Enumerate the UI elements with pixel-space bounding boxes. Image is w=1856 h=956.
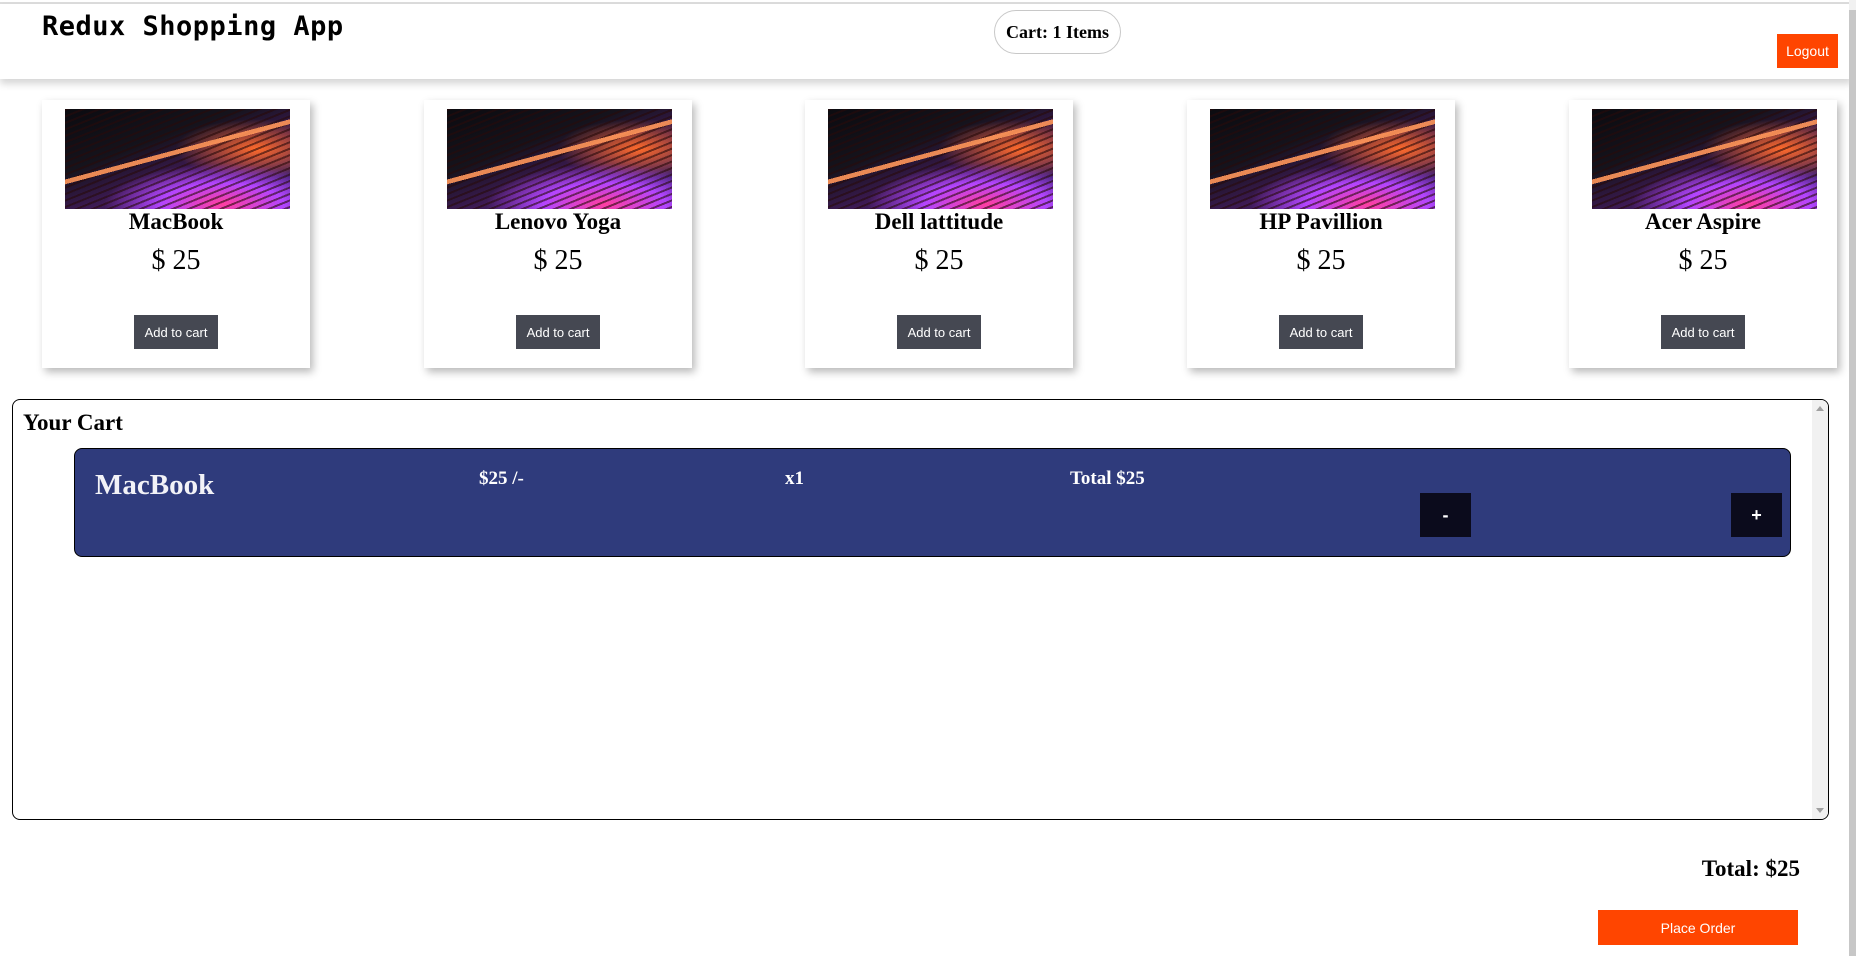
product-card-macbook: MacBook $ 25 Add to cart xyxy=(42,100,310,368)
cart-item-price: $25 /- xyxy=(479,468,524,489)
product-name: MacBook xyxy=(128,209,224,234)
scroll-up-arrow-icon[interactable] xyxy=(1816,406,1824,411)
cart-title: Your Cart xyxy=(23,410,123,435)
place-order-button[interactable]: Place Order xyxy=(1598,910,1798,945)
add-to-cart-button[interactable]: Add to cart xyxy=(897,315,981,349)
product-price: $ 25 xyxy=(533,245,583,276)
logout-button[interactable]: Logout xyxy=(1777,34,1838,68)
cart-item-total: Total $25 xyxy=(1070,468,1145,489)
product-card-acer-aspire: Acer Aspire $ 25 Add to cart xyxy=(1569,100,1837,368)
grand-total: Total: $25 xyxy=(1701,856,1800,881)
add-to-cart-button[interactable]: Add to cart xyxy=(134,315,218,349)
product-name: Lenovo Yoga xyxy=(494,209,622,234)
product-image xyxy=(828,109,1053,209)
cart-item-quantity: x1 xyxy=(785,468,804,489)
decrement-button[interactable]: - xyxy=(1420,493,1471,537)
app-title: Redux Shopping App xyxy=(42,11,344,42)
cart-item-name: MacBook xyxy=(95,469,215,501)
product-price: $ 25 xyxy=(1678,245,1728,276)
product-image xyxy=(1210,109,1435,209)
navbar: Redux Shopping App Cart: 1 Items Logout xyxy=(0,4,1852,79)
product-name: Acer Aspire xyxy=(1644,209,1762,234)
product-price: $ 25 xyxy=(914,245,964,276)
product-image xyxy=(1592,109,1817,209)
product-card-lenovo-yoga: Lenovo Yoga $ 25 Add to cart xyxy=(424,100,692,368)
product-price: $ 25 xyxy=(1296,245,1346,276)
product-name: Dell lattitude xyxy=(874,209,1004,234)
product-card-dell-lattitude: Dell lattitude $ 25 Add to cart xyxy=(805,100,1073,368)
product-price: $ 25 xyxy=(151,245,201,276)
product-name: HP Pavillion xyxy=(1259,209,1383,234)
cart-scrollbar[interactable] xyxy=(1812,400,1828,819)
cart-item: MacBook $25 /- x1 Total $25 - + xyxy=(74,448,1791,557)
add-to-cart-button[interactable]: Add to cart xyxy=(1661,315,1745,349)
product-card-hp-pavillion: HP Pavillion $ 25 Add to cart xyxy=(1187,100,1455,368)
page-scrollbar[interactable] xyxy=(1849,0,1856,956)
cart-panel: Your Cart MacBook $25 /- x1 Total $25 - … xyxy=(12,399,1829,820)
add-to-cart-button[interactable]: Add to cart xyxy=(516,315,600,349)
increment-button[interactable]: + xyxy=(1731,493,1782,537)
cart-count-badge[interactable]: Cart: 1 Items xyxy=(994,10,1121,54)
page-scrollbar-thumb[interactable] xyxy=(1849,10,1856,956)
product-image xyxy=(447,109,672,209)
scroll-down-arrow-icon[interactable] xyxy=(1816,808,1824,813)
add-to-cart-button[interactable]: Add to cart xyxy=(1279,315,1363,349)
product-image xyxy=(65,109,290,209)
